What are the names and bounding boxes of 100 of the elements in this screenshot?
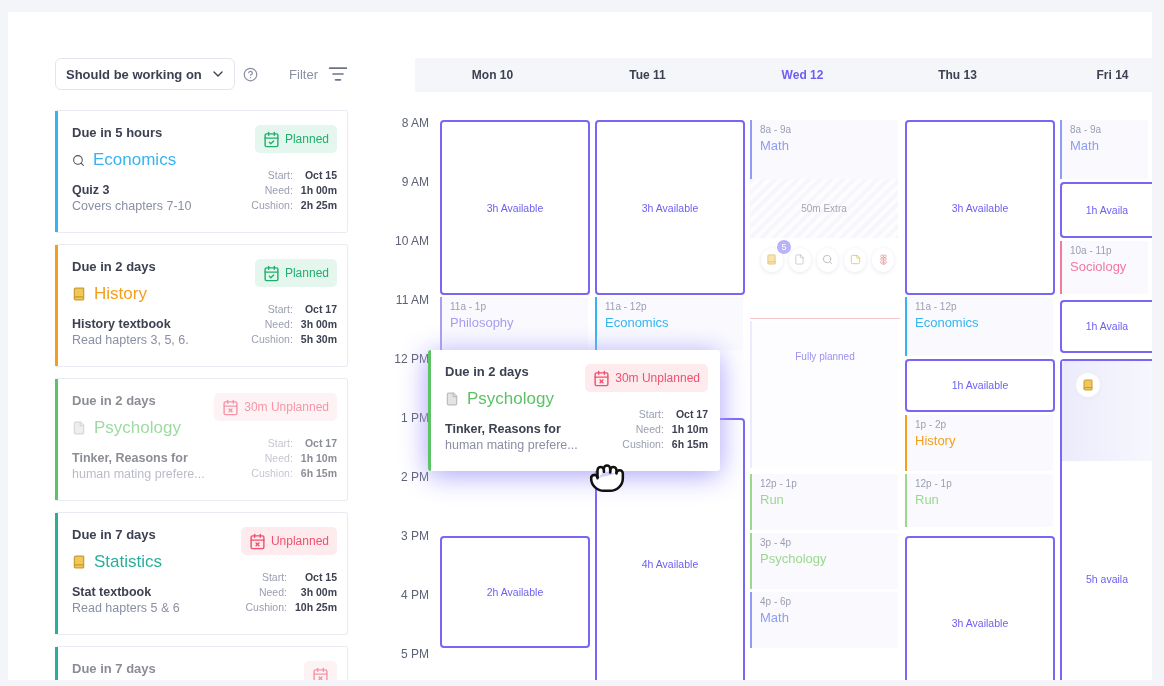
calendar-event[interactable]: 11a - 12p Economics [595, 297, 743, 351]
task-title: History textbook [72, 317, 172, 331]
available-slot[interactable]: 5h availa [1060, 358, 1152, 680]
task-chip[interactable] [788, 247, 811, 272]
event-title: Run [760, 492, 785, 507]
stat-label: Need: [264, 184, 293, 196]
status-badge: 30m Unplanned [214, 393, 337, 421]
hour-label: 5 PM [401, 647, 429, 661]
task-note: Covers chapters 7-10 [72, 199, 193, 213]
stat-value: 1h 10m [671, 423, 708, 435]
available-slot[interactable]: 3h Available [595, 120, 745, 296]
calendar-event[interactable]: 12p - 1p Run [905, 474, 1053, 528]
view-dropdown[interactable]: Should be working on [55, 58, 235, 90]
available-slot[interactable]: 1h Availa [1060, 299, 1152, 354]
day-label[interactable]: Fri 14 [1035, 68, 1152, 82]
slot-label: 3h Available [951, 616, 1009, 629]
subject-title: Psychology [94, 418, 181, 438]
task-chip[interactable] [761, 247, 783, 272]
task-title: Stat textbook [72, 585, 153, 599]
available-slot[interactable]: 3h Available [905, 120, 1055, 296]
document-icon [445, 392, 459, 406]
day-label[interactable]: Mon 10 [415, 68, 570, 82]
calendar-event[interactable]: 8a - 9a Math [750, 120, 898, 179]
event-title: Psychology [760, 551, 828, 566]
stat-label: Cushion: [251, 199, 293, 211]
slot-label: 3h Available [641, 201, 699, 214]
available-slot[interactable]: 1h Availa [1060, 181, 1152, 238]
event-title: Math [1070, 138, 1100, 153]
task-card[interactable]: Due in 2 days History History textbook Read hapters 3, 5, 6. Planned Start: Oct 17 Need: 3h 00m Cushion: 5h 30m [55, 244, 348, 367]
calendar-event[interactable]: 3p - 4p Psychology [750, 533, 898, 590]
day-label[interactable]: Tue 11 [570, 68, 725, 82]
slot-label: 50m Extra [801, 203, 847, 214]
stat-value: Oct 17 [304, 437, 337, 449]
stat-label: Need: [264, 318, 293, 330]
calendar-event[interactable]: 4p - 6p Math [750, 592, 898, 649]
due-text: Due in 7 days [72, 661, 157, 676]
stat-value: 6h 15m [300, 467, 337, 479]
due-text: Due in 5 hours [72, 125, 164, 140]
stat-label: Need: [635, 423, 664, 435]
event-title: Sociology [1070, 258, 1128, 274]
stat-value: 6h 15m [671, 438, 708, 450]
task-chip[interactable] [844, 247, 867, 272]
event-title: Economics [915, 315, 980, 330]
flower-icon [877, 254, 889, 266]
filter-button[interactable]: Filter [289, 64, 348, 84]
subject-title: Statistics [94, 552, 163, 572]
calendar-check-icon [262, 130, 280, 148]
calendar-event[interactable]: 10a - 11p Sociology [1060, 240, 1148, 295]
task-chip[interactable] [816, 247, 839, 272]
slot-label: 1h Availa [1085, 203, 1129, 216]
event-time: 8a - 9a [760, 124, 793, 135]
hour-label: 1 PM [401, 411, 429, 425]
task-card[interactable]: Due in 5 hours Economics Quiz 3 Covers chapters 7-10 Planned Start: Oct 15 Need: 1h 00m Cushion: 2h 25m [55, 110, 348, 233]
day-label[interactable]: Thu 13 [880, 68, 1035, 82]
available-slot[interactable]: 2h Available [440, 535, 590, 649]
slot-label: 4h Available [641, 557, 699, 570]
stat-value: 10h 25m [294, 601, 337, 613]
calendar-event[interactable]: 11a - 1p Philosophy [440, 297, 588, 351]
day-label[interactable]: Wed 12 [725, 68, 880, 82]
stat-label: Need: [258, 586, 287, 598]
hour-label: 4 PM [401, 588, 429, 602]
stat-label: Start: [267, 303, 293, 315]
event-time: 4p - 6p [760, 596, 793, 607]
event-time: 3p - 4p [760, 537, 793, 548]
stat-value: Oct 15 [304, 169, 337, 181]
calendar-event[interactable]: 12p - 1p Run [750, 474, 898, 531]
event-title: Economics [605, 315, 670, 330]
calendar-event[interactable]: 1p - 2p History [905, 415, 1053, 472]
task-card[interactable]: Due in 2 days Psychology Tinker, Reasons for human mating prefere... 30m Unplanned Start: Oct 17 Need: 1h 10m Cushion: 6h 15m [55, 378, 348, 501]
task-chip[interactable] [872, 247, 894, 272]
due-text: Due in 7 days [72, 527, 157, 542]
available-slot[interactable]: 3h Available [905, 535, 1055, 680]
subject-title: History [94, 284, 147, 304]
event-time: 8a - 9a [1070, 124, 1103, 135]
event-title: Run [915, 492, 940, 507]
event-time: 10a - 11p [1070, 244, 1113, 256]
count-badge: 5 [777, 239, 791, 254]
task-card[interactable]: Due in 7 days Statistics Stat textbook Read hapters 5 & 6 Unplanned Start: Oct 15 Need: 3h 00m Cushion: 10h 25m [55, 512, 348, 635]
task-title: Tinker, Reasons for [445, 422, 562, 436]
task-chip[interactable] [1076, 372, 1100, 397]
task-card[interactable]: Due in 7 days [55, 646, 348, 680]
help-icon[interactable] [242, 66, 258, 82]
stat-value: 1h 10m [300, 452, 337, 464]
event-title: Math [760, 138, 790, 153]
stat-label: Cushion: [245, 601, 287, 613]
stat-value: 2h 25m [300, 199, 337, 211]
available-slot[interactable]: 1h Available [905, 358, 1055, 413]
status-badge: Unplanned [240, 527, 337, 555]
filter-icon [328, 64, 348, 84]
calendar-event[interactable]: 11a - 12p Economics [905, 297, 1053, 356]
available-slot[interactable]: 3h Available [440, 120, 590, 296]
calendar-event[interactable]: 8a - 9a Math [1060, 120, 1148, 179]
stat-label: Start: [267, 437, 293, 449]
hour-label: 11 AM [395, 293, 429, 307]
status-badge: Planned [254, 259, 337, 287]
dragged-task-tooltip[interactable]: Due in 2 days Psychology Tinker, Reasons for human mating prefere... 30m Unplanned Start: Oct 17 Need: 1h 10m Cushion: 6h 15m [428, 350, 720, 471]
search-icon [72, 153, 85, 167]
status-badge: 30m Unplanned [585, 364, 708, 392]
event-time: 12p - 1p [760, 478, 798, 489]
hour-label: 2 PM [401, 470, 429, 484]
